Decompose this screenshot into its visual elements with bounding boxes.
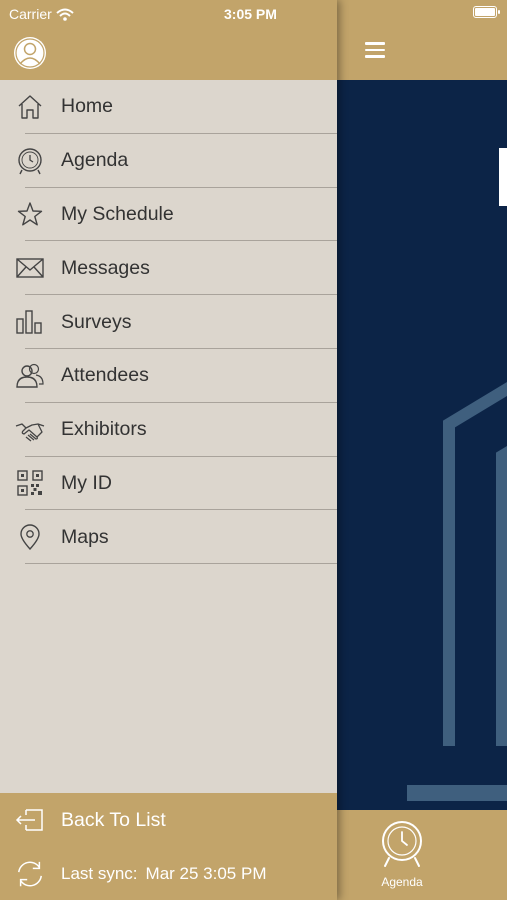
tab-bar: Agenda [337, 810, 507, 900]
menu-item-label: Maps [61, 525, 109, 548]
status-time: 3:05 PM [224, 6, 277, 22]
back-to-list-button[interactable]: Back To List [0, 800, 337, 840]
building-graphic [407, 148, 507, 801]
people-icon [15, 361, 45, 391]
main-content: Agenda [337, 0, 507, 900]
tab-agenda[interactable]: Agenda [367, 820, 437, 900]
top-nav-bar [337, 0, 507, 80]
back-to-list-label: Back To List [61, 808, 166, 831]
battery-icon [473, 6, 500, 18]
menu-item-maps[interactable]: Maps [0, 510, 337, 565]
clock-icon [382, 821, 422, 867]
map-pin-icon [15, 522, 45, 552]
exit-icon [15, 805, 45, 835]
drawer-footer: Back To List Last sync: Mar 25 3:05 PM [0, 793, 337, 900]
last-sync-value: Mar 25 3:05 PM [145, 864, 267, 883]
menu-item-home[interactable]: Home [0, 80, 337, 134]
menu-item-my-id[interactable]: My ID [0, 457, 337, 511]
hamburger-icon[interactable] [365, 42, 385, 58]
home-icon [15, 92, 45, 122]
drawer-menu: Home Agenda My Schedule Messages Surveys… [0, 80, 337, 793]
side-drawer: Carrier 3:05 PM Home Agenda My Schedule … [0, 0, 337, 900]
menu-item-label: My ID [61, 471, 112, 494]
qr-code-icon [15, 468, 45, 498]
menu-item-attendees[interactable]: Attendees [0, 349, 337, 403]
hero-banner [337, 80, 507, 810]
bar-chart-icon [15, 307, 45, 337]
menu-item-label: Agenda [61, 149, 129, 172]
drawer-header: Carrier 3:05 PM [0, 0, 337, 80]
menu-item-exhibitors[interactable]: Exhibitors [0, 403, 337, 457]
menu-item-label: Exhibitors [61, 418, 147, 441]
star-icon [15, 199, 45, 229]
last-sync-label: Last sync: [61, 864, 138, 883]
refresh-icon [15, 859, 45, 889]
clock-icon [15, 146, 45, 176]
user-avatar-icon[interactable] [13, 36, 47, 70]
sync-status[interactable]: Last sync: Mar 25 3:05 PM [0, 854, 337, 894]
menu-item-my-schedule[interactable]: My Schedule [0, 188, 337, 242]
menu-item-label: Surveys [61, 310, 132, 333]
menu-item-label: Messages [61, 256, 150, 279]
menu-item-label: Attendees [61, 364, 149, 387]
menu-item-surveys[interactable]: Surveys [0, 295, 337, 349]
handshake-icon [15, 415, 45, 445]
menu-item-label: My Schedule [61, 202, 174, 225]
menu-item-agenda[interactable]: Agenda [0, 134, 337, 188]
tab-agenda-label: Agenda [381, 875, 423, 889]
carrier-label: Carrier [9, 6, 52, 22]
menu-item-messages[interactable]: Messages [0, 241, 337, 296]
divider [25, 563, 337, 565]
envelope-icon [15, 253, 45, 283]
wifi-icon [56, 8, 74, 21]
menu-item-label: Home [61, 95, 114, 118]
status-carrier: Carrier [9, 6, 74, 22]
